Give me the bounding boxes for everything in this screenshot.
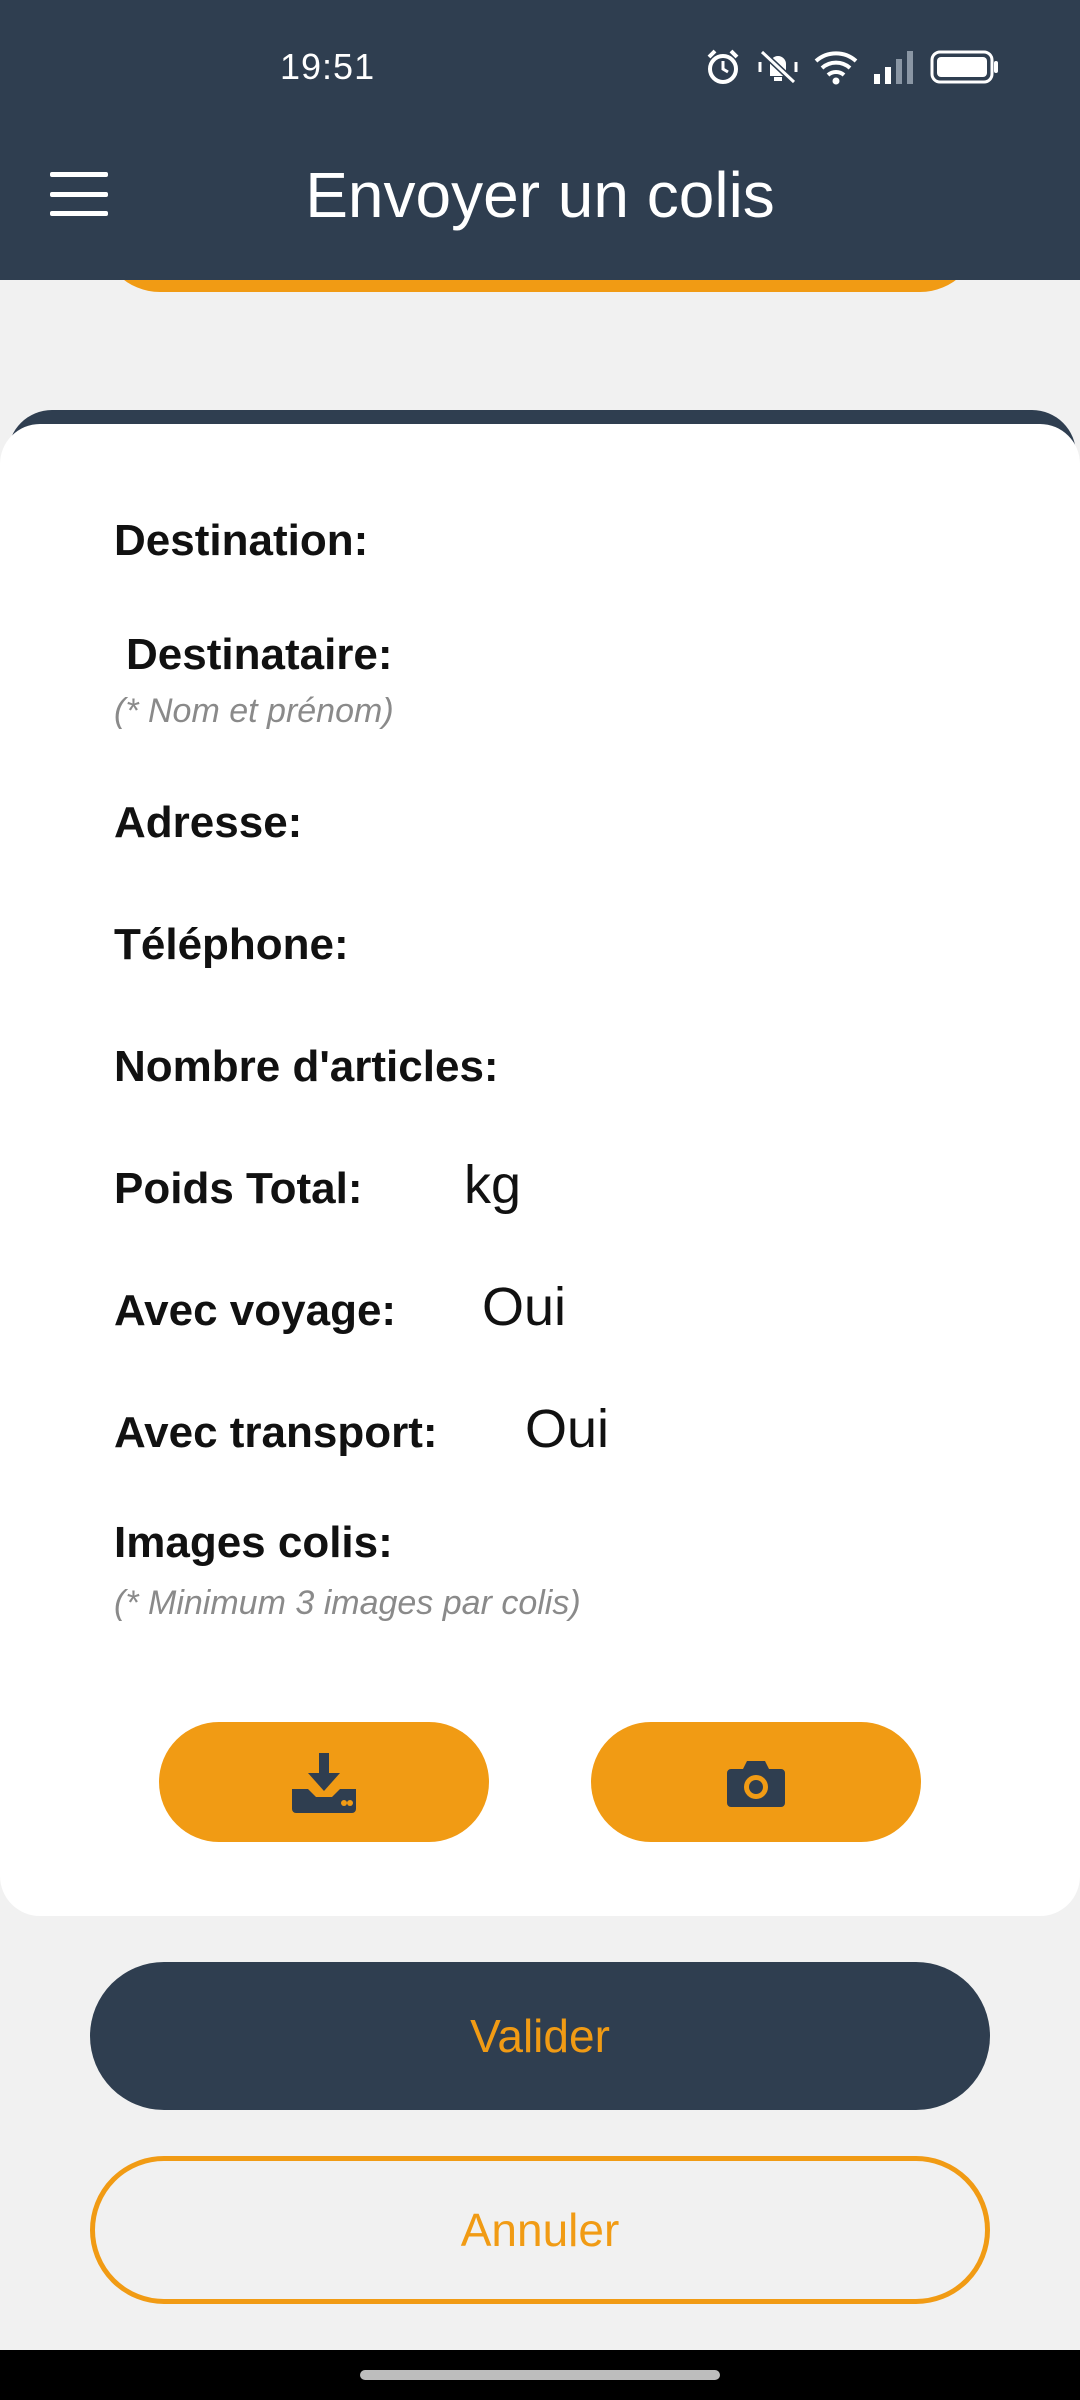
page-title: Envoyer un colis: [305, 159, 775, 231]
take-photo-button[interactable]: [591, 1722, 921, 1842]
with-trip-label: Avec voyage:: [114, 1286, 397, 1335]
cancel-button[interactable]: Annuler: [90, 2156, 990, 2304]
phone-label: Téléphone:: [114, 920, 349, 969]
screen: 19:51 Envoyer un colis Destination: Dest…: [0, 0, 1080, 2400]
form-card: Destination: Destinataire: (* Nom et pré…: [0, 424, 1080, 1916]
download-tray-icon: [292, 1753, 356, 1813]
recipient-label: Destinataire:: [126, 630, 393, 679]
weight-unit: kg: [464, 1155, 522, 1215]
phone-row[interactable]: Téléphone:: [114, 920, 349, 970]
destination-label: Destination:: [114, 516, 369, 565]
weight-label: Poids Total:: [114, 1164, 363, 1213]
destination-row[interactable]: Destination:: [114, 516, 368, 566]
validate-button[interactable]: Valider: [90, 1962, 990, 2110]
camera-icon: [727, 1761, 785, 1807]
images-label: Images colis:: [114, 1518, 393, 1567]
signal-icon: [874, 51, 913, 84]
with-trip-row[interactable]: Avec voyage: Oui: [114, 1276, 566, 1338]
images-hint: (* Minimum 3 images par colis): [114, 1584, 581, 1622]
app-bar: 19:51 Envoyer un colis: [0, 0, 1080, 280]
system-nav-bar: [0, 2350, 1080, 2400]
wifi-icon: [814, 51, 858, 85]
items-label: Nombre d'articles:: [114, 1042, 499, 1091]
status-time: 19:51: [280, 46, 376, 87]
upload-image-button[interactable]: [159, 1722, 489, 1842]
home-gesture-handle[interactable]: [360, 2370, 720, 2380]
weight-row[interactable]: Poids Total: kg: [114, 1154, 521, 1216]
with-transport-label: Avec transport:: [114, 1408, 438, 1457]
images-row: Images colis:: [114, 1518, 393, 1568]
address-row[interactable]: Adresse:: [114, 798, 302, 848]
with-transport-row[interactable]: Avec transport: Oui: [114, 1398, 609, 1460]
with-trip-value[interactable]: Oui: [482, 1276, 566, 1338]
vibrate-muted-icon: [758, 49, 798, 85]
status-icons: [704, 44, 1000, 90]
recipient-row[interactable]: Destinataire:: [126, 630, 393, 680]
recipient-hint: (* Nom et prénom): [114, 692, 394, 730]
address-label: Adresse:: [114, 798, 303, 847]
with-transport-value[interactable]: Oui: [525, 1398, 609, 1460]
alarm-icon: [707, 49, 739, 84]
items-row[interactable]: Nombre d'articles:: [114, 1042, 499, 1092]
battery-icon: [930, 50, 998, 84]
